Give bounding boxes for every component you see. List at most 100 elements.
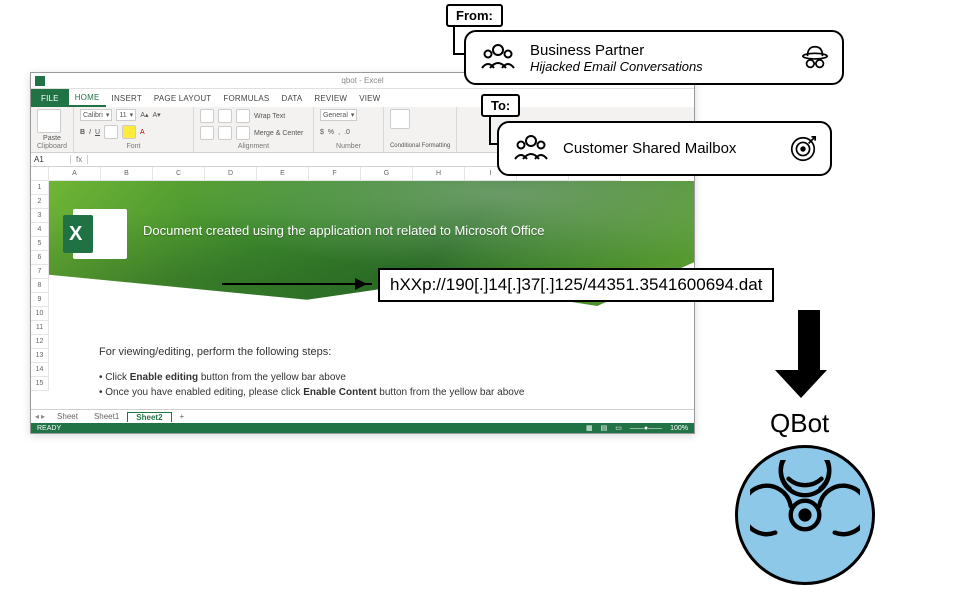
col-header[interactable]: F (309, 167, 361, 181)
qbot-label: QBot (770, 408, 829, 439)
border-button[interactable] (104, 125, 118, 139)
font-name-select[interactable]: Calibri ▾ (80, 109, 112, 121)
row-header[interactable]: 14 (31, 363, 49, 377)
malicious-url: hXXp://190[.]14[.]37[.]125/44351.3541600… (378, 268, 774, 302)
menu-tabs: FILE HOME INSERT PAGE LAYOUT FORMULAS DA… (31, 89, 694, 107)
row-header[interactable]: 9 (31, 293, 49, 307)
target-icon (788, 134, 818, 164)
sheet-add-button[interactable]: + (172, 412, 193, 421)
sheet-tab-2[interactable]: Sheet1 (86, 412, 127, 421)
row-header[interactable]: 15 (31, 377, 49, 391)
spy-icon (800, 43, 830, 73)
row-header[interactable]: 8 (31, 279, 49, 293)
banner-text: Document created using the application n… (143, 223, 545, 238)
wrap-text-button[interactable]: Wrap Text (254, 113, 285, 120)
row-header[interactable]: 11 (31, 321, 49, 335)
align-right-button[interactable] (236, 126, 250, 140)
col-header[interactable]: D (205, 167, 257, 181)
ribbon-font-group: Calibri ▾ 11 ▾ A▴ A▾ B I U A Font (74, 107, 194, 152)
download-arrow (790, 310, 827, 398)
font-color-button[interactable]: A (140, 129, 145, 136)
tab-review[interactable]: REVIEW (308, 89, 353, 107)
row-header[interactable]: 6 (31, 251, 49, 265)
ribbon-styles-group: Conditional Formatting (384, 107, 457, 152)
ribbon-clipboard-group: Paste Clipboard (31, 107, 74, 152)
view-break-icon[interactable]: ▭ (615, 424, 622, 432)
decimal-inc-button[interactable]: .0 (344, 129, 350, 136)
paste-button[interactable] (37, 109, 61, 133)
decrease-font-icon[interactable]: A▾ (153, 111, 161, 119)
tab-formulas[interactable]: FORMULAS (217, 89, 275, 107)
window-title: qbot - Excel (341, 76, 383, 85)
instructions-intro: For viewing/editing, perform the followi… (99, 346, 664, 358)
instruction-step-1: Click Enable editing button from the yel… (99, 372, 664, 383)
row-header[interactable]: 2 (31, 195, 49, 209)
from-primary: Business Partner (530, 42, 703, 59)
italic-button[interactable]: I (89, 129, 91, 136)
number-group-label: Number (320, 143, 377, 150)
bold-button[interactable]: B (80, 129, 85, 136)
fx-label[interactable]: fx (71, 155, 88, 164)
select-all-corner[interactable] (31, 167, 49, 181)
instruction-step-2: Once you have enabled editing, please cl… (99, 387, 664, 398)
row-header[interactable]: 3 (31, 209, 49, 223)
align-bottom-button[interactable] (236, 109, 250, 123)
align-top-button[interactable] (200, 109, 214, 123)
align-left-button[interactable] (200, 126, 214, 140)
view-normal-icon[interactable]: ▦ (586, 424, 593, 432)
percent-button[interactable]: % (328, 129, 334, 136)
alignment-group-label: Alignment (200, 143, 307, 150)
to-callout: Customer Shared Mailbox (497, 121, 832, 176)
align-middle-button[interactable] (218, 109, 232, 123)
col-header[interactable]: E (257, 167, 309, 181)
tab-home[interactable]: HOME (69, 89, 106, 107)
font-group-label: Font (80, 143, 187, 150)
fill-color-button[interactable] (122, 125, 136, 139)
col-header[interactable]: G (361, 167, 413, 181)
tab-insert[interactable]: INSERT (106, 89, 148, 107)
zoom-slider[interactable]: ——●—— (630, 425, 662, 432)
tab-file[interactable]: FILE (31, 89, 69, 107)
view-layout-icon[interactable]: ▤ (601, 424, 608, 432)
increase-font-icon[interactable]: A▴ (140, 111, 148, 119)
font-size-select[interactable]: 11 ▾ (116, 109, 136, 121)
currency-button[interactable]: $ (320, 129, 324, 136)
col-header[interactable]: B (101, 167, 153, 181)
excel-logo-icon: X (73, 209, 127, 259)
col-header[interactable]: A (49, 167, 101, 181)
conditional-formatting-button[interactable] (390, 109, 410, 129)
row-header[interactable]: 12 (31, 335, 49, 349)
align-center-button[interactable] (218, 126, 232, 140)
to-label: To: (481, 94, 520, 117)
col-header[interactable]: C (153, 167, 205, 181)
col-header[interactable]: H (413, 167, 465, 181)
ribbon-alignment-group: Wrap Text Merge & Center Alignment (194, 107, 314, 152)
sheet-nav[interactable]: ◂▸ (31, 412, 49, 421)
row-header[interactable]: 13 (31, 349, 49, 363)
clipboard-group-label: Clipboard (37, 143, 67, 150)
tab-page-layout[interactable]: PAGE LAYOUT (148, 89, 217, 107)
instructions-block: For viewing/editing, perform the followi… (99, 346, 664, 402)
status-bar: READY ▦ ▤ ▭ ——●—— 100% (31, 423, 694, 433)
tab-data[interactable]: DATA (275, 89, 308, 107)
biohazard-icon (735, 445, 875, 585)
merge-center-button[interactable]: Merge & Center (254, 130, 303, 137)
number-format-select[interactable]: General ▾ (320, 109, 357, 121)
ribbon-number-group: General ▾ $ % , .0 Number (314, 107, 384, 152)
sheet-tab-1[interactable]: Sheet (49, 412, 86, 421)
row-header[interactable]: 7 (31, 265, 49, 279)
from-label: From: (446, 4, 503, 27)
name-box[interactable]: A1 (31, 155, 71, 164)
tab-view[interactable]: VIEW (353, 89, 386, 107)
row-header[interactable]: 10 (31, 307, 49, 321)
underline-button[interactable]: U (95, 129, 100, 136)
from-callout: Business Partner Hijacked Email Conversa… (464, 30, 844, 85)
row-header[interactable]: 4 (31, 223, 49, 237)
row-header[interactable]: 1 (31, 181, 49, 195)
to-primary: Customer Shared Mailbox (563, 140, 736, 157)
comma-button[interactable]: , (338, 129, 340, 136)
conditional-label: Conditional Formatting (390, 143, 450, 150)
sheet-tab-3[interactable]: Sheet2 (127, 412, 171, 422)
paste-label: Paste (37, 135, 67, 142)
row-header[interactable]: 5 (31, 237, 49, 251)
